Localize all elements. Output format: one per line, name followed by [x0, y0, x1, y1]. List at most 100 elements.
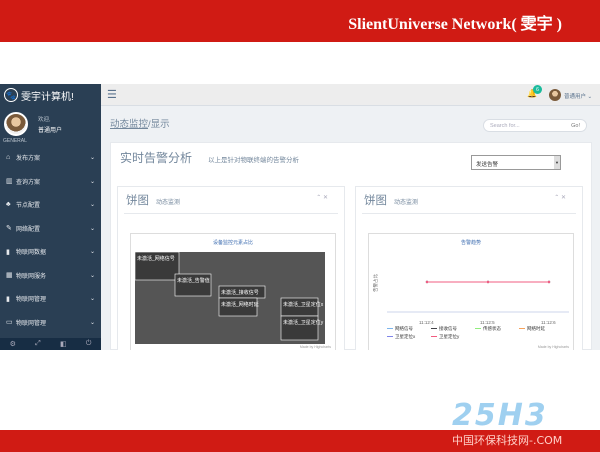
chevron-down-icon: ⌄ [89, 225, 95, 232]
chevron-down-icon: ⌄ [89, 249, 95, 256]
legend-item[interactable]: 卫星定位y [439, 333, 460, 340]
treemap-label: 未激活_接收信号 [221, 289, 259, 296]
x-tick-label: 11:12:5 [480, 320, 495, 325]
avatar [4, 112, 28, 136]
sidebar-item-1[interactable]: ⌂ 发布方案 ⌄ [0, 146, 101, 170]
sidebar-item-label: 发布方案 [16, 156, 41, 163]
breadcrumb-link[interactable]: 动态监控 [110, 119, 148, 130]
card-tools[interactable]: ⌃ ✕ [316, 194, 328, 201]
line-chart: 告警趋势 告警占比 11:12:4 11:12:5 11:12:6 网络信号 接收信号 传感… [368, 233, 574, 350]
notification-badge: 6 [533, 85, 542, 94]
treemap-svg: 未激活_网络信号未激活_告警值未激活_接收信号未激活_网络时延 未激活_卫星定位x… [134, 251, 325, 344]
breadcrumb-row: 动态监控/显示 Search for... Go! [101, 112, 600, 132]
chevron-down-icon: ⌄ [89, 178, 95, 185]
sidebar-item-label: 节点配置 [16, 203, 41, 210]
brand-name: 雯宇计算机! [21, 91, 74, 103]
alarm-panel: 实时告警分析 以上是针对物联终端的告警分析 发送告警 ▼ 饼图 动态监测 ⌃ ✕… [110, 142, 592, 350]
divider [124, 213, 338, 214]
legend-item[interactable]: 接收信号 [439, 325, 457, 332]
panel-subtitle: 以上是针对物联终端的告警分析 [208, 157, 299, 164]
breadcrumb-current: 显示 [150, 119, 170, 130]
slide-title: SlientUniverse Network( 雯宇 ) [348, 16, 562, 33]
line-card: 饼图 动态监测 ⌃ ✕ 告警趋势 告警占比 11:12:4 11:12:5 11:12… [355, 186, 583, 350]
search-placeholder: Search for... [490, 123, 520, 129]
sidebar-footer: ⚙ ⤢ ◧ ⏻ [0, 338, 101, 350]
treemap-label: 未激活_网络时延 [221, 301, 259, 308]
menu-toggle-icon[interactable]: ☰ [107, 88, 117, 101]
table-icon: ▦ [6, 272, 13, 280]
chevron-down-icon: ⌄ [89, 296, 95, 303]
search-input[interactable]: Search for... Go! [483, 119, 587, 132]
brand[interactable]: 🐾 雯宇计算机! [0, 84, 101, 106]
sidebar-item-label: 网络配置 [16, 226, 41, 233]
legend-item[interactable]: 卫星定位x [395, 333, 416, 340]
alarm-type-select[interactable]: 发送告警 ▼ [471, 155, 561, 170]
treemap-label: 未激活_网络信号 [137, 255, 175, 262]
paw-icon: 🐾 [4, 88, 18, 102]
user-menu[interactable]: 普通用户 ⌄ [564, 92, 592, 100]
treemap-label: 未激活_卫星定位y [283, 319, 324, 326]
chart-title: 告警趋势 [460, 240, 481, 246]
sidebar-item-3[interactable]: ♣ 节点配置 ⌄ [0, 193, 101, 217]
series-point[interactable] [547, 280, 551, 284]
home-icon: ⌂ [6, 154, 11, 162]
sidebar-item-label: 查询方案 [16, 179, 41, 186]
sidebar-item-label: 物联网管理 [16, 297, 47, 304]
user-avatar[interactable] [549, 89, 561, 101]
chart-credit: Made by Highcharts [299, 345, 331, 349]
app-screenshot: 🐾 雯宇计算机! 欢迎, 普通用户 GENERAL ⌂ 发布方案 ⌄ ▥ 查询方案 ⌄ ♣ 节… [0, 84, 600, 350]
treemap-chart: 设备监控元素占比 未激活_网络信号未激活_告警值未激活_接收信号 未激活_网络时延… [130, 233, 336, 350]
sidebar-item-label: 物联网管理 [16, 320, 47, 327]
legend-item[interactable]: 传感状态 [483, 325, 501, 332]
series-point[interactable] [486, 280, 490, 284]
chart-icon: ▥ [6, 178, 13, 186]
power-icon[interactable]: ⏻ [86, 340, 92, 348]
divider [362, 213, 576, 214]
treemap-label: 未激活_告警值 [177, 277, 210, 284]
lock-icon[interactable]: ◧ [60, 340, 67, 348]
top-nav: ☰ 🔔 6 普通用户 ⌄ [101, 84, 600, 106]
sitemap-icon: ♣ [6, 201, 11, 209]
user-menu-label: 普通用户 [564, 94, 587, 100]
watermark: 25H3 [452, 398, 548, 433]
bar-icon: ▮ [6, 295, 10, 303]
chevron-down-icon: ⌄ [89, 272, 95, 279]
fullscreen-icon[interactable]: ⤢ [35, 340, 41, 348]
user-name: 普通用户 [38, 128, 63, 134]
welcome-text: 欢迎, [38, 117, 51, 123]
card-title: 饼图 [364, 195, 387, 207]
bar-chart-icon: ▮ [6, 248, 10, 256]
card-tools[interactable]: ⌃ ✕ [554, 194, 566, 201]
sidebar: 🐾 雯宇计算机! 欢迎, 普通用户 GENERAL ⌂ 发布方案 ⌄ ▥ 查询方案 ⌄ ♣ 节… [0, 84, 101, 350]
sidebar-item-8[interactable]: ▭ 物联网管理 ⌄ [0, 311, 101, 335]
sidebar-item-label: 物联网服务 [16, 273, 47, 280]
chevron-down-icon: ⌄ [89, 319, 95, 326]
treemap-card: 饼图 动态监测 ⌃ ✕ 设备监控元素占比 未激活_网络信号 未激活_告警值 未激活_… [117, 186, 345, 350]
select-value: 发送告警 [476, 162, 499, 168]
title-banner: SlientUniverse Network( 雯宇 ) [0, 0, 600, 42]
watermark-subtitle: 中国环保科技网-.COM [452, 434, 563, 447]
series-point[interactable] [425, 280, 429, 284]
chart-credit: Made by Highcharts [537, 345, 569, 349]
edit-icon: ✎ [6, 225, 12, 233]
panel-title: 实时告警分析 [120, 151, 193, 165]
profile: 欢迎, 普通用户 GENERAL [0, 106, 101, 146]
chevron-down-icon: ▼ [554, 156, 560, 169]
search-go-button[interactable]: Go! [571, 123, 580, 129]
sidebar-item-7[interactable]: ▮ 物联网管理 ⌄ [0, 287, 101, 311]
sidebar-item-4[interactable]: ✎ 网络配置 ⌄ [0, 217, 101, 241]
sidebar-item-5[interactable]: ▮ 物联网数据 ⌄ [0, 240, 101, 264]
legend-item[interactable]: 网络信号 [395, 325, 413, 332]
sidebar-item-2[interactable]: ▥ 查询方案 ⌄ [0, 170, 101, 194]
x-tick-label: 11:12:6 [541, 320, 556, 325]
chart-title: 设备监控元素占比 [212, 240, 253, 246]
slide: SlientUniverse Network( 雯宇 ) 🐾 雯宇计算机! 欢迎… [0, 0, 600, 452]
sidebar-item-label: 物联网数据 [16, 250, 47, 257]
chevron-down-icon: ⌄ [89, 202, 95, 209]
legend-item[interactable]: 网络时延 [527, 325, 545, 332]
breadcrumb: 动态监控/显示 [110, 116, 170, 130]
card-subtitle: 动态监测 [394, 200, 419, 206]
sidebar-item-6[interactable]: ▦ 物联网服务 ⌄ [0, 264, 101, 288]
card-subtitle: 动态监测 [156, 200, 181, 206]
settings-icon[interactable]: ⚙ [10, 340, 16, 348]
